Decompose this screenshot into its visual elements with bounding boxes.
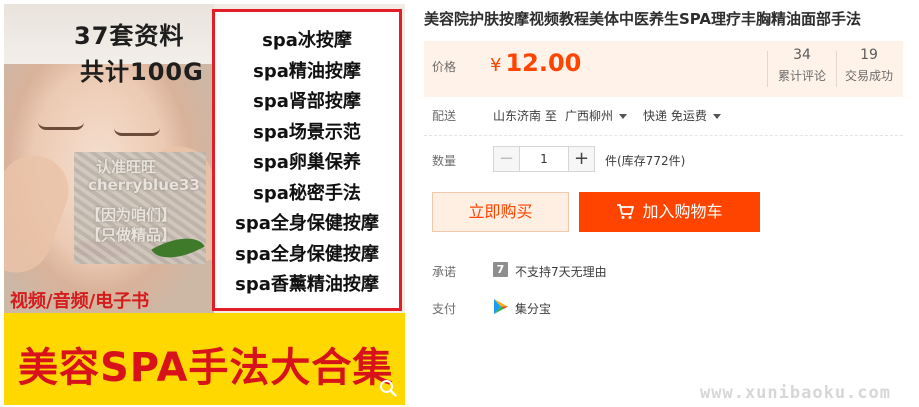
- stamp-line-4: 【只做精品】: [86, 226, 177, 244]
- quantity-input[interactable]: 1: [520, 146, 568, 172]
- shipping-method: 快递 免运费: [643, 109, 707, 123]
- stamp-line-3: 【因为咱们】: [86, 206, 177, 224]
- course-list-item: spa全身保健按摩: [235, 243, 379, 265]
- quantity-increase-button[interactable]: +: [568, 146, 595, 172]
- stamp-line-2: cherryblue33: [88, 176, 200, 194]
- add-to-cart-button[interactable]: 加入购物车: [579, 192, 760, 232]
- payment-label: 支付: [432, 302, 457, 316]
- shipping-to-word: 至: [544, 109, 557, 123]
- course-list-box: spa冰按摩 spa精油按摩 spa肾部按摩 spa场景示范 spa卵巢保养 s…: [212, 9, 402, 311]
- media-types-text: 视频/音频/电子书: [10, 291, 150, 312]
- shipping-destination: 广西柳州: [565, 109, 614, 123]
- site-watermark: www.xunibaoku.com: [700, 383, 891, 403]
- course-list-item: spa肾部按摩: [253, 91, 361, 112]
- price-label: 价格: [432, 60, 457, 74]
- sales-count-label: 交易成功: [844, 69, 893, 83]
- divider: [424, 135, 903, 136]
- sales-count-stat[interactable]: 19 交易成功: [835, 47, 903, 84]
- course-list-item: spa场景示范: [253, 121, 361, 143]
- course-list-item: spa全身保健按摩: [235, 213, 379, 234]
- shipping-label: 配送: [432, 109, 457, 123]
- add-to-cart-label: 加入购物车: [642, 202, 723, 221]
- stock-info: 件(库存772件): [605, 154, 686, 168]
- sales-count: 19: [860, 47, 878, 63]
- destination-select[interactable]: 广西柳州: [565, 107, 628, 124]
- price-panel: 价格 ¥12.00 34 累计评论 19 交易成功: [424, 41, 903, 97]
- product-title: 美容院护肤按摩视频教程美体中医养生SPA理疗丰胸精油面部手法: [424, 10, 862, 28]
- chevron-down-icon: [619, 114, 628, 119]
- product-main-image[interactable]: 37套资料 共计100G 认准旺旺 cherryblue33 【因为咱们】 【只…: [4, 4, 405, 405]
- resource-count-text: 37套资料: [74, 22, 185, 50]
- price-value: ¥12.00: [490, 49, 581, 77]
- review-count-label: 累计评论: [777, 69, 826, 83]
- course-list-item: spa精油按摩: [253, 60, 361, 82]
- seven-day-icon: 7: [493, 262, 508, 277]
- payment-method: 集分宝: [515, 302, 552, 316]
- banner-text: 美容SPA手法大合集: [18, 345, 394, 391]
- currency-symbol: ¥: [490, 55, 502, 76]
- cart-icon: [617, 204, 635, 219]
- chevron-down-icon: [712, 114, 721, 119]
- stamp-line-1: 认准旺旺: [96, 158, 157, 176]
- left-eye: [38, 122, 84, 130]
- course-list-item: spa秘密手法: [253, 182, 361, 204]
- jifenbao-icon: [494, 299, 508, 314]
- quantity-stepper: − 1 +: [493, 146, 595, 172]
- course-list-item: spa香薰精油按摩: [235, 274, 379, 295]
- shipping-method-select[interactable]: 快递 免运费: [643, 107, 721, 124]
- promise-label: 承诺: [432, 265, 457, 279]
- price-amount: 12.00: [505, 49, 582, 77]
- review-count-stat[interactable]: 34 累计评论: [768, 47, 836, 84]
- shipping-from: 山东济南: [493, 109, 542, 123]
- quantity-decrease-button[interactable]: −: [493, 146, 520, 172]
- quantity-label: 数量: [432, 154, 457, 168]
- promise-text: 不支持7天无理由: [515, 265, 607, 279]
- buy-now-button[interactable]: 立即购买: [432, 192, 569, 232]
- course-list-item: spa冰按摩: [262, 30, 352, 51]
- course-list-item: spa卵巢保养: [253, 152, 361, 173]
- right-eye: [114, 128, 160, 136]
- zoom-icon[interactable]: [379, 379, 397, 397]
- shipping-route: 山东济南 至: [493, 107, 557, 124]
- resource-size-text: 共计100G: [80, 58, 204, 86]
- review-count: 34: [793, 47, 811, 63]
- image-banner: 美容SPA手法大合集: [4, 313, 405, 405]
